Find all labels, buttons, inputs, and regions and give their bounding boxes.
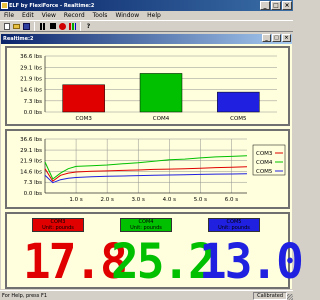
y-tick-label: 14.6 lbs (20, 88, 42, 94)
x-tick-label: 1.0 s (69, 197, 82, 203)
new-button[interactable] (2, 22, 11, 31)
pause-button[interactable] (38, 22, 47, 31)
x-tick-label: 3.0 s (132, 197, 145, 203)
readout-value: 17.8 (23, 232, 128, 290)
series-line-com5 (44, 173, 248, 184)
maximize-button[interactable]: □ (271, 1, 281, 10)
x-tick-label: COM4 (153, 116, 170, 122)
bar-chart-panel: 0.0 lbs 7.3 lbs 14.6 lbs 21.9 lbs 29.1 lbs 36… (5, 46, 290, 126)
window-title: ELF by FlexiForce - Realtime:2 (9, 2, 95, 9)
readout-label: COM4 Unit: pounds (120, 218, 172, 232)
minimize-button[interactable]: _ (260, 1, 270, 10)
y-tick-label: 21.9 lbs (20, 159, 42, 165)
readout-value: 13.0 (199, 232, 304, 290)
resize-grip[interactable] (287, 294, 293, 300)
save-icon (23, 22, 30, 30)
toolbar-separator (34, 21, 35, 31)
pause-icon (39, 22, 46, 30)
toolbar: ? (0, 20, 293, 32)
y-tick-label: 29.1 lbs (20, 148, 42, 154)
line-chart: 0.0 lbs 7.3 lbs 14.6 lbs 21.9 lbs 29.1 lbs 36… (20, 137, 286, 203)
new-icon (3, 22, 10, 30)
app-window: ELF by FlexiForce - Realtime:2 _ □ × Fil… (0, 0, 304, 300)
menu-view[interactable]: View (38, 12, 60, 19)
child-close-button[interactable]: × (282, 34, 291, 42)
readout-com5: COM5 Unit: pounds 13.0 (199, 218, 304, 290)
menu-file[interactable]: File (0, 12, 18, 19)
menu-bar: File Edit View Record Tools Window Help (0, 11, 293, 20)
child-maximize-button[interactable]: □ (272, 34, 281, 42)
close-button[interactable]: × (282, 1, 292, 10)
child-title-bar: Realtime:2 _ □ × (1, 34, 292, 44)
bar (217, 91, 260, 113)
stop-icon (49, 23, 56, 29)
x-tick-label: 5.0 s (194, 197, 207, 203)
readout-com3: COM3 Unit: pounds 17.8 (23, 218, 128, 290)
menu-window[interactable]: Window (111, 12, 143, 19)
digital-readout-panel: COM3 Unit: pounds 17.8 COM4 Unit: pounds… (5, 212, 304, 290)
save-button[interactable] (22, 22, 31, 31)
y-tick-label: 0.0 lbs (24, 110, 43, 116)
y-tick-label: 36.6 lbs (20, 137, 42, 143)
x-tick-label: 6.0 s (225, 197, 238, 203)
stop-button[interactable] (48, 22, 57, 31)
child-minimize-button[interactable]: _ (262, 34, 271, 42)
help-button[interactable]: ? (84, 22, 93, 31)
help-icon: ? (86, 22, 91, 30)
readout-label: COM5 Unit: pounds (208, 218, 260, 232)
menu-tools[interactable]: Tools (89, 12, 112, 19)
y-tick-label: 36.6 lbs (20, 54, 42, 60)
child-window-controls: _ □ × (262, 34, 291, 42)
x-tick-label: COM5 (230, 116, 247, 122)
readout-label: COM3 Unit: pounds (32, 218, 84, 232)
readout-unit: Unit: pounds (130, 225, 162, 231)
legend-label: COM4 (256, 160, 273, 166)
y-tick-label: 14.6 lbs (20, 169, 42, 175)
readout-unit: Unit: pounds (218, 225, 250, 231)
readout-unit: Unit: pounds (42, 225, 74, 231)
y-tick-label: 29.1 lbs (20, 65, 42, 71)
legend-label: COM3 (256, 151, 273, 157)
menu-edit[interactable]: Edit (18, 12, 38, 19)
y-tick-label: 7.3 lbs (24, 99, 43, 105)
title-bar: ELF by FlexiForce - Realtime:2 _ □ × (0, 0, 293, 11)
app-icon (1, 2, 8, 9)
window-controls: _ □ × (260, 1, 292, 10)
record-button[interactable] (58, 22, 67, 31)
status-help-text: For Help, press F1 (2, 292, 48, 299)
bar-chart: 0.0 lbs 7.3 lbs 14.6 lbs 21.9 lbs 29.1 lbs 36… (20, 54, 277, 122)
realtime-window: Realtime:2 _ □ × 0.0 lbs 7.3 lbs 14.6 lbs 2… (0, 33, 304, 290)
line-chart-panel: 0.0 lbs 7.3 lbs 14.6 lbs 21.9 lbs 29.1 lbs 36… (5, 129, 290, 209)
bar (62, 84, 105, 113)
x-tick-label: 2.0 s (100, 197, 113, 203)
status-bar: For Help, press F1 Calibrated (0, 290, 293, 300)
toolbar-separator (80, 21, 81, 31)
y-tick-label: 7.3 lbs (24, 180, 43, 186)
legend-label: COM5 (256, 169, 273, 175)
y-tick-label: 0.0 lbs (24, 191, 43, 197)
bar-graph-button[interactable] (68, 22, 77, 31)
bar-graph-icon (69, 22, 76, 30)
y-tick-label: 21.9 lbs (20, 76, 42, 82)
menu-record[interactable]: Record (60, 12, 89, 19)
open-icon (13, 23, 20, 29)
record-icon (59, 22, 66, 30)
x-tick-label: 4.0 s (163, 197, 176, 203)
status-calibrated: Calibrated (253, 292, 287, 300)
open-button[interactable] (12, 22, 21, 31)
menu-help[interactable]: Help (143, 12, 165, 19)
readout-com4: COM4 Unit: pounds 25.2 (111, 218, 216, 290)
mdi-area: Realtime:2 _ □ × 0.0 lbs 7.3 lbs 14.6 lbs 2… (0, 33, 304, 290)
x-tick-label: COM3 (75, 116, 92, 122)
child-window-title: Realtime:2 (3, 36, 34, 42)
readout-value: 25.2 (111, 232, 216, 290)
bar (139, 73, 183, 113)
